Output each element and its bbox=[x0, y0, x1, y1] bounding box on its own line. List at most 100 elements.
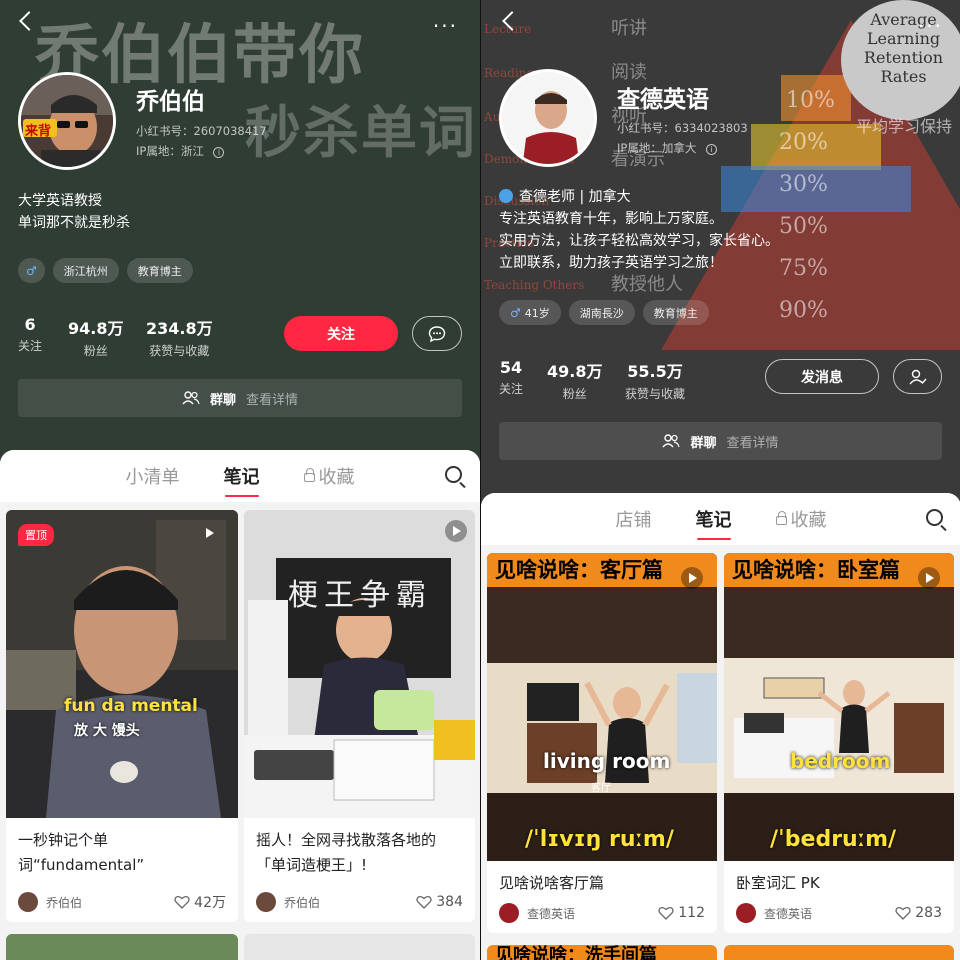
avatar[interactable] bbox=[499, 69, 597, 167]
category-tag: 教育博主 bbox=[642, 300, 709, 325]
note-thumbnail: 见啥说啥：卧室篇 bedroom /ˈbedruːm/ bbox=[724, 553, 954, 861]
stat-fans-label: 粉丝 bbox=[83, 344, 108, 358]
follow-button[interactable]: 关注 bbox=[284, 316, 398, 351]
stat-likes-num: 234.8万 bbox=[146, 319, 213, 338]
back-icon[interactable] bbox=[19, 11, 39, 31]
stat-fans[interactable]: 94.8万 粉丝 bbox=[68, 315, 123, 359]
account-id: 小红书号：6334023803 bbox=[617, 121, 748, 135]
thumbnail-caption-en: living room bbox=[543, 749, 671, 773]
more-icon[interactable]: ··· bbox=[918, 14, 943, 38]
ip-location-text: IP属地：浙江 bbox=[136, 144, 204, 158]
ip-location-text: IP属地：加拿大 bbox=[617, 141, 697, 155]
board-text: 梗王争霸 bbox=[288, 578, 432, 613]
tab-favorites[interactable]: 收藏 bbox=[775, 506, 827, 532]
search-icon[interactable] bbox=[926, 509, 943, 526]
stat-following-num: 6 bbox=[24, 315, 36, 334]
tab-favorites-label: 收藏 bbox=[790, 510, 827, 531]
like-count-num: 42万 bbox=[194, 895, 226, 911]
seal-line: Rates bbox=[880, 67, 927, 86]
stat-likes-label: 获赞与收藏 bbox=[625, 387, 686, 401]
note-card-partial[interactable] bbox=[6, 934, 238, 960]
like-count-num: 283 bbox=[915, 905, 942, 921]
stat-following-label: 关注 bbox=[18, 339, 43, 353]
pyramid-pct: 90% bbox=[779, 298, 828, 323]
category-tag: 教育博主 bbox=[126, 258, 193, 283]
thumbnail-image bbox=[244, 510, 475, 818]
note-card[interactable]: 见啥说啥：客厅篇 living room 客厅 /ˈlɪvɪŋ ruːm/ 见啥… bbox=[487, 553, 717, 933]
user-check-icon bbox=[908, 369, 927, 384]
group-chat-bar[interactable]: 群聊 查看详情 bbox=[499, 422, 942, 460]
tab-list[interactable]: 小清单 bbox=[126, 463, 180, 489]
thumbnail-caption-en: fun da mental bbox=[64, 696, 198, 716]
group-chat-bar[interactable]: 群聊 查看详情 bbox=[18, 379, 462, 417]
pyramid-pct: 20% bbox=[779, 130, 828, 155]
stat-fans-label: 粉丝 bbox=[562, 387, 587, 401]
video-play-icon bbox=[918, 567, 940, 589]
pyramid-pct: 30% bbox=[779, 172, 828, 197]
stat-fans[interactable]: 49.8万 粉丝 bbox=[547, 358, 602, 402]
message-button[interactable]: 发消息 bbox=[765, 359, 879, 394]
account-id: 小红书号：2607038417 bbox=[136, 124, 267, 138]
stat-following-num: 54 bbox=[499, 358, 523, 377]
author-avatar bbox=[256, 892, 276, 912]
more-icon[interactable]: ··· bbox=[433, 14, 458, 38]
note-card-partial[interactable] bbox=[724, 945, 954, 960]
like-count[interactable]: 112 bbox=[658, 905, 705, 921]
search-icon[interactable] bbox=[445, 466, 462, 483]
tab-favorites[interactable]: 收藏 bbox=[303, 463, 355, 489]
chat-bubble-icon bbox=[428, 325, 446, 342]
note-thumbnail: 见啥说啥：客厅篇 living room 客厅 /ˈlɪvɪŋ ruːm/ bbox=[487, 553, 717, 861]
note-card[interactable]: 梗王争霸 摇人！全网寻找散落各地的「单词造梗王」! 乔伯伯 384 bbox=[244, 510, 475, 922]
thumbnail-phonetic: /ˈlɪvɪŋ ruːm/ bbox=[525, 827, 674, 852]
info-icon[interactable]: i bbox=[213, 147, 225, 158]
group-chat-title: 群聊 bbox=[690, 435, 717, 451]
stat-likes-label: 获赞与收藏 bbox=[149, 344, 210, 358]
tab-shop[interactable]: 店铺 bbox=[616, 506, 652, 532]
notes-sheet: 店铺 笔记 收藏 见啥说啥：客厅篇 living room 客厅 /ˈlɪvɪŋ… bbox=[481, 493, 960, 960]
stat-likes[interactable]: 55.5万 获赞与收藏 bbox=[625, 358, 685, 402]
retention-cn-caption: 平均学习保持 bbox=[856, 117, 953, 136]
heart-icon bbox=[895, 906, 911, 920]
bio-line: 实用方法，让孩子轻松高效学习，家长省心。 bbox=[499, 233, 779, 249]
avatar[interactable]: 来背 bbox=[18, 72, 116, 170]
author-name: 乔伯伯 bbox=[284, 895, 321, 910]
like-count[interactable]: 283 bbox=[895, 905, 942, 921]
like-count[interactable]: 42万 bbox=[174, 892, 226, 912]
thumbnail-caption-cn: 客厅 bbox=[591, 783, 611, 794]
like-count-num: 112 bbox=[678, 905, 705, 921]
bio-line: 大学英语教授 bbox=[18, 193, 102, 209]
ip-location: IP属地：浙江 i bbox=[136, 143, 225, 159]
profile-name: 查德英语 bbox=[617, 87, 709, 113]
tab-notes[interactable]: 笔记 bbox=[224, 463, 260, 497]
group-chat-detail: 查看详情 bbox=[726, 435, 779, 451]
chat-button[interactable] bbox=[412, 316, 462, 351]
bio-line: 立即联系，助力孩子英语学习之旅！ bbox=[499, 255, 723, 271]
male-icon: ♂ bbox=[26, 263, 37, 278]
following-status-button[interactable] bbox=[893, 359, 942, 394]
heart-icon bbox=[658, 906, 674, 920]
stat-following[interactable]: 6 关注 bbox=[18, 315, 42, 354]
stat-likes[interactable]: 234.8万 获赞与收藏 bbox=[146, 315, 213, 359]
like-count-num: 384 bbox=[436, 894, 463, 910]
note-footer: 查德英语 283 bbox=[736, 903, 942, 923]
heart-icon bbox=[174, 895, 190, 909]
stat-following[interactable]: 54 关注 bbox=[499, 358, 523, 397]
back-icon[interactable] bbox=[502, 11, 522, 31]
note-card-partial[interactable]: 见啥说啥：洗手间篇 bbox=[487, 945, 717, 960]
background-chalk-text-2: 秒杀单词 bbox=[245, 101, 477, 166]
avatar-badge-text: 来背 bbox=[25, 124, 52, 139]
note-title: 一秒钟记个单词“fundamental” bbox=[18, 831, 145, 874]
partial-banner: 见啥说啥：洗手间篇 bbox=[495, 945, 657, 960]
thumbnail-image bbox=[487, 553, 717, 861]
note-card-partial[interactable] bbox=[244, 934, 475, 960]
info-icon[interactable]: i bbox=[705, 144, 717, 155]
avatar-photo bbox=[502, 72, 594, 164]
content-tabs: 小清单 笔记 收藏 bbox=[0, 450, 480, 502]
tab-notes[interactable]: 笔记 bbox=[696, 506, 732, 540]
location-tag: 湖南長沙 bbox=[568, 300, 635, 325]
profile-tags: ♂ 41岁 湖南長沙 教育博主 bbox=[499, 300, 709, 325]
like-count[interactable]: 384 bbox=[416, 894, 463, 910]
note-card[interactable]: 见啥说啥：卧室篇 bedroom /ˈbedruːm/ 卧室词汇 PK 查德英语… bbox=[724, 553, 954, 933]
note-card[interactable]: 置顶 fun da mental 放 大 馒头 一秒钟记个单词“fundamen… bbox=[6, 510, 238, 922]
author-name: 查德英语 bbox=[527, 906, 576, 921]
